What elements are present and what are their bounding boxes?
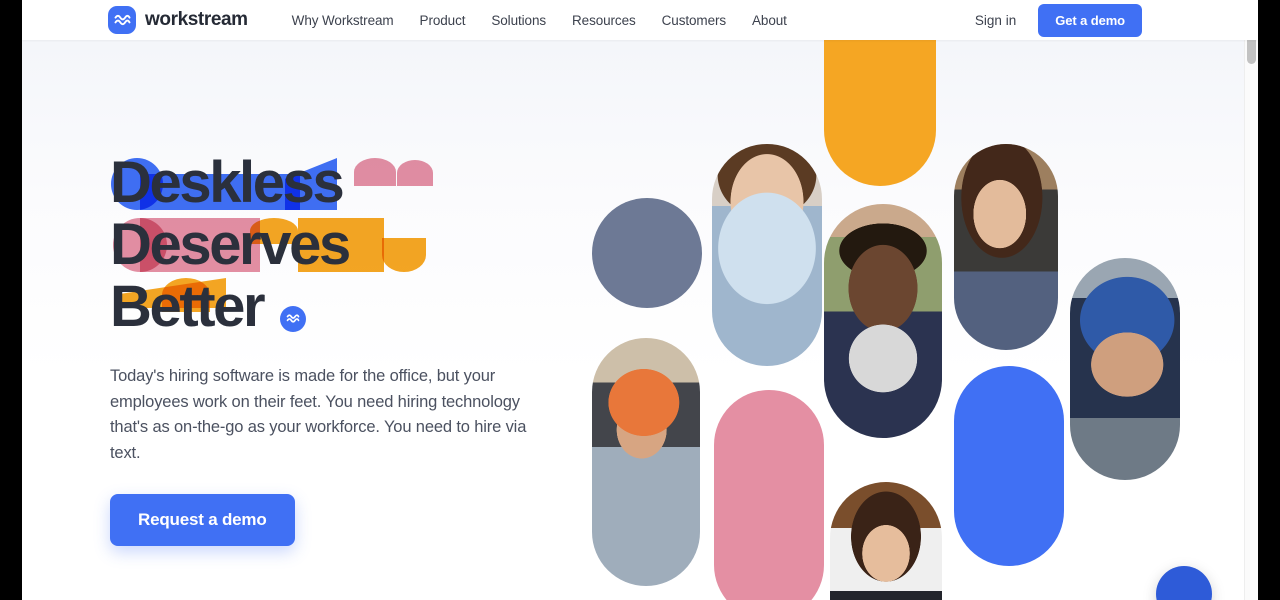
- shape-yellow-pill: [824, 40, 936, 186]
- get-a-demo-button[interactable]: Get a demo: [1038, 3, 1142, 37]
- headline-line-2: Deserves: [110, 214, 550, 276]
- nav-item-customers[interactable]: Customers: [662, 13, 726, 28]
- primary-nav: Why Workstream Product Solutions Resourc…: [292, 13, 787, 28]
- photo-server-image: [830, 482, 942, 600]
- headline-blob-pink-e: [354, 158, 396, 186]
- nav-item-product[interactable]: Product: [420, 13, 466, 28]
- wave-logo-icon: [108, 6, 136, 34]
- headline-text-deserves: Deserves: [110, 212, 351, 277]
- site-header: workstream Why Workstream Product Soluti…: [22, 0, 1258, 40]
- signin-link[interactable]: Sign in: [975, 13, 1016, 28]
- wave-dot-icon: [279, 305, 306, 332]
- photo-mechanic: [1070, 258, 1180, 480]
- header-actions: Sign in Get a demo: [975, 3, 1142, 37]
- hero-paragraph: Today's hiring software is made for the …: [110, 367, 527, 462]
- vertical-scrollbar[interactable]: [1244, 0, 1258, 600]
- hero-collage: [562, 40, 1258, 600]
- shape-gray-circle: [592, 198, 702, 308]
- headline-text-better: Better: [110, 274, 266, 339]
- brand-name: workstream: [145, 9, 248, 30]
- headline-text-deskless: Deskless: [110, 150, 345, 215]
- headline-blob-pink-s: [397, 160, 433, 186]
- brand-logo[interactable]: workstream: [108, 6, 248, 34]
- hero-copy: Deskless Deserves Better Today's hiring …: [110, 152, 550, 546]
- photo-server: [830, 482, 942, 600]
- page-title: Deskless Deserves Better: [110, 152, 550, 338]
- nav-item-resources[interactable]: Resources: [572, 13, 636, 28]
- headline-line-3: Better: [110, 276, 550, 338]
- photo-barista: [954, 144, 1058, 350]
- photo-builder-image: [592, 338, 700, 586]
- request-a-demo-button[interactable]: Request a demo: [110, 494, 295, 546]
- headline-line-1: Deskless: [110, 152, 550, 214]
- nav-item-about[interactable]: About: [752, 13, 787, 28]
- photo-nurse-image: [712, 144, 822, 366]
- shape-blue-pill: [954, 366, 1064, 566]
- photo-grocer-image: [824, 204, 942, 438]
- headline-blob-yellow-e2: [382, 238, 426, 272]
- photo-grocer: [824, 204, 942, 438]
- shape-pink-pill: [714, 390, 824, 600]
- hero-section: Deskless Deserves Better Today's hiring …: [22, 40, 1258, 600]
- photo-mechanic-image: [1070, 258, 1180, 480]
- photo-nurse: [712, 144, 822, 366]
- photo-barista-image: [954, 144, 1058, 350]
- browser-viewport-frame: workstream Why Workstream Product Soluti…: [0, 0, 1280, 600]
- nav-item-solutions[interactable]: Solutions: [491, 13, 546, 28]
- nav-item-why-workstream[interactable]: Why Workstream: [292, 13, 394, 28]
- photo-builder: [592, 338, 700, 586]
- page-surface: workstream Why Workstream Product Soluti…: [22, 0, 1258, 600]
